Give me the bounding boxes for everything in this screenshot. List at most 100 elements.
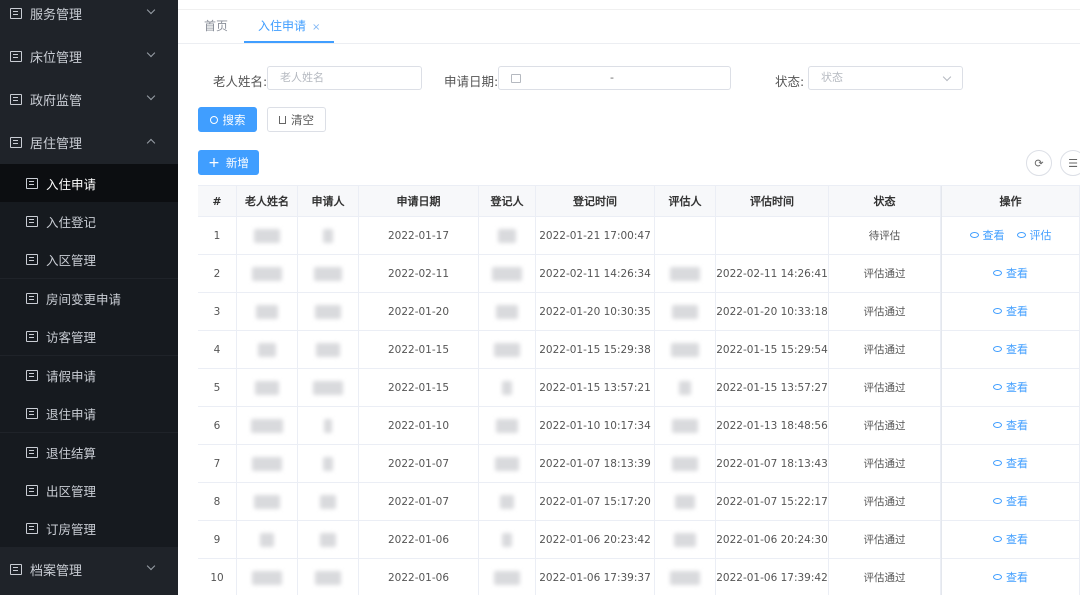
redacted-text [496, 305, 518, 319]
column-header: 申请人 [298, 186, 359, 218]
sidebar-item-archive[interactable]: 档案管理 [0, 550, 178, 588]
view-link[interactable]: 查看 [969, 229, 1005, 242]
refresh-icon[interactable]: ⟳ [1026, 150, 1052, 176]
close-icon[interactable]: × [312, 22, 320, 33]
tab-home[interactable]: 首页 [204, 10, 228, 43]
sidebar-subitem-visitor[interactable]: 访客管理 [0, 317, 178, 355]
table-row: 2 2022-02-11 2022-02-11 14:26:34 2022-02-11… [198, 255, 1080, 293]
cell-apply-date: 2022-01-10 [359, 407, 479, 445]
redacted-text [252, 571, 282, 585]
cell-register-time: 2022-01-21 17:00:47 [536, 217, 655, 255]
redacted-text [324, 419, 332, 433]
actions-cell: 查看 [941, 293, 1080, 331]
plus-icon: + [208, 154, 220, 171]
sidebar-subitem-checkout-apply[interactable]: 退住申请 [0, 394, 178, 432]
sidebar-item-label: 床位管理 [30, 50, 83, 66]
cell-eval-time: 2022-01-06 17:39:42 [716, 559, 829, 595]
view-link[interactable]: 查看 [993, 305, 1028, 318]
document-edit-icon [26, 330, 38, 342]
sidebar-item-label: 档案管理 [30, 563, 83, 579]
search-button[interactable]: 搜索 [198, 107, 257, 132]
cell-name [237, 293, 298, 331]
redacted-text [675, 495, 695, 509]
view-link[interactable]: 查看 [993, 343, 1028, 356]
name-search-input[interactable]: 老人姓名 [267, 66, 422, 90]
sidebar-subitem-label: 订房管理 [46, 521, 97, 537]
tab-bar: 首页 入住申请 × [178, 10, 1080, 44]
cell-eval-time: 2022-01-07 18:13:43 [716, 445, 829, 483]
redacted-text [672, 305, 698, 319]
redacted-text [671, 343, 699, 357]
date-range-input[interactable]: - [498, 66, 731, 90]
cell-register-time: 2022-01-15 15:29:38 [536, 331, 655, 369]
sidebar-subitem-checkout-settle[interactable]: 退住结算 [0, 433, 178, 471]
view-link[interactable]: 查看 [993, 571, 1028, 584]
column-settings-icon[interactable]: ☰ [1060, 150, 1080, 176]
evaluate-link[interactable]: 评估 [1016, 229, 1052, 242]
sidebar-subitem-area-entry[interactable]: 入区管理 [0, 240, 178, 278]
sidebar-subitem-label: 入区管理 [46, 252, 97, 268]
sidebar-subitem-area-exit[interactable]: 出区管理 [0, 471, 178, 509]
cell-apply-date: 2022-01-07 [359, 445, 479, 483]
redacted-text [492, 267, 522, 281]
evaluate-link-label: 评估 [1029, 229, 1052, 242]
sidebar-item-residence[interactable]: 居住管理 [0, 123, 178, 161]
cell-name [237, 369, 298, 407]
sidebar-subitem-leave[interactable]: 请假申请 [0, 356, 178, 394]
sidebar-item-bed[interactable]: 床位管理 [0, 37, 178, 75]
sidebar-subitem-booking[interactable]: 订房管理 [0, 509, 178, 547]
sidebar-subitem-room-change[interactable]: 房间变更申请 [0, 279, 178, 317]
redacted-text [255, 381, 279, 395]
view-link[interactable]: 查看 [993, 533, 1028, 546]
redacted-text [323, 229, 333, 243]
redacted-text [258, 343, 276, 357]
sidebar-item-service[interactable]: 服务管理 [0, 0, 178, 32]
sidebar-subitem-label: 请假申请 [46, 368, 97, 384]
cell-status: 评估通过 [829, 255, 941, 293]
column-header: 老人姓名 [237, 186, 298, 218]
document-edit-icon [10, 136, 22, 148]
trash-icon [279, 115, 286, 124]
column-header: 登记时间 [536, 186, 655, 218]
redacted-text [679, 381, 691, 395]
status-select[interactable]: 状态 [808, 66, 963, 90]
column-header: 申请日期 [359, 186, 479, 218]
clear-button[interactable]: 清空 [267, 107, 326, 132]
add-button-label: 新增 [225, 155, 249, 170]
sidebar-subitem-checkin-register[interactable]: 入住登记 [0, 202, 178, 240]
main-content: 首页 入住申请 × 老人姓名: 老人姓名 申请日期: - 状态: 状态 搜索 清空… [178, 0, 1080, 595]
cell-register-time: 2022-01-15 13:57:21 [536, 369, 655, 407]
view-link[interactable]: 查看 [993, 381, 1028, 394]
cell-eval-time: 2022-01-20 10:33:18 [716, 293, 829, 331]
cell-apply-date: 2022-02-11 [359, 255, 479, 293]
cell-index: 3 [198, 293, 237, 331]
redacted-text [494, 343, 520, 357]
cell-name [237, 445, 298, 483]
sidebar-subitem-checkin-apply[interactable]: 入住申请 [0, 164, 178, 202]
table-row: 3 2022-01-20 2022-01-20 10:30:35 2022-01-20… [198, 293, 1080, 331]
redacted-text [315, 571, 341, 585]
cell-evaluator [655, 521, 716, 559]
actions-cell: 查看 [941, 255, 1080, 293]
cell-eval-time: 2022-02-11 14:26:41 [716, 255, 829, 293]
tab-checkin-apply[interactable]: 入住申请 × [244, 10, 335, 43]
add-button[interactable]: + 新增 [198, 150, 259, 175]
actions-cell: 查看 [941, 331, 1080, 369]
chevron-down-icon [146, 561, 156, 571]
redacted-text [314, 267, 342, 281]
view-link[interactable]: 查看 [993, 457, 1028, 470]
view-link[interactable]: 查看 [993, 495, 1028, 508]
redacted-text [260, 533, 274, 547]
eye-icon [969, 232, 979, 238]
view-link[interactable]: 查看 [993, 267, 1028, 280]
document-edit-icon [26, 446, 38, 458]
table-row: 5 2022-01-15 2022-01-15 13:57:21 2022-01-15… [198, 369, 1080, 407]
cell-status: 评估通过 [829, 369, 941, 407]
actions-cell: 查看 [941, 483, 1080, 521]
view-link[interactable]: 查看 [993, 419, 1028, 432]
document-edit-icon [26, 253, 38, 265]
cell-index: 6 [198, 407, 237, 445]
redacted-text [251, 419, 283, 433]
document-edit-icon [26, 407, 38, 419]
sidebar-item-government[interactable]: 政府监管 [0, 80, 178, 118]
